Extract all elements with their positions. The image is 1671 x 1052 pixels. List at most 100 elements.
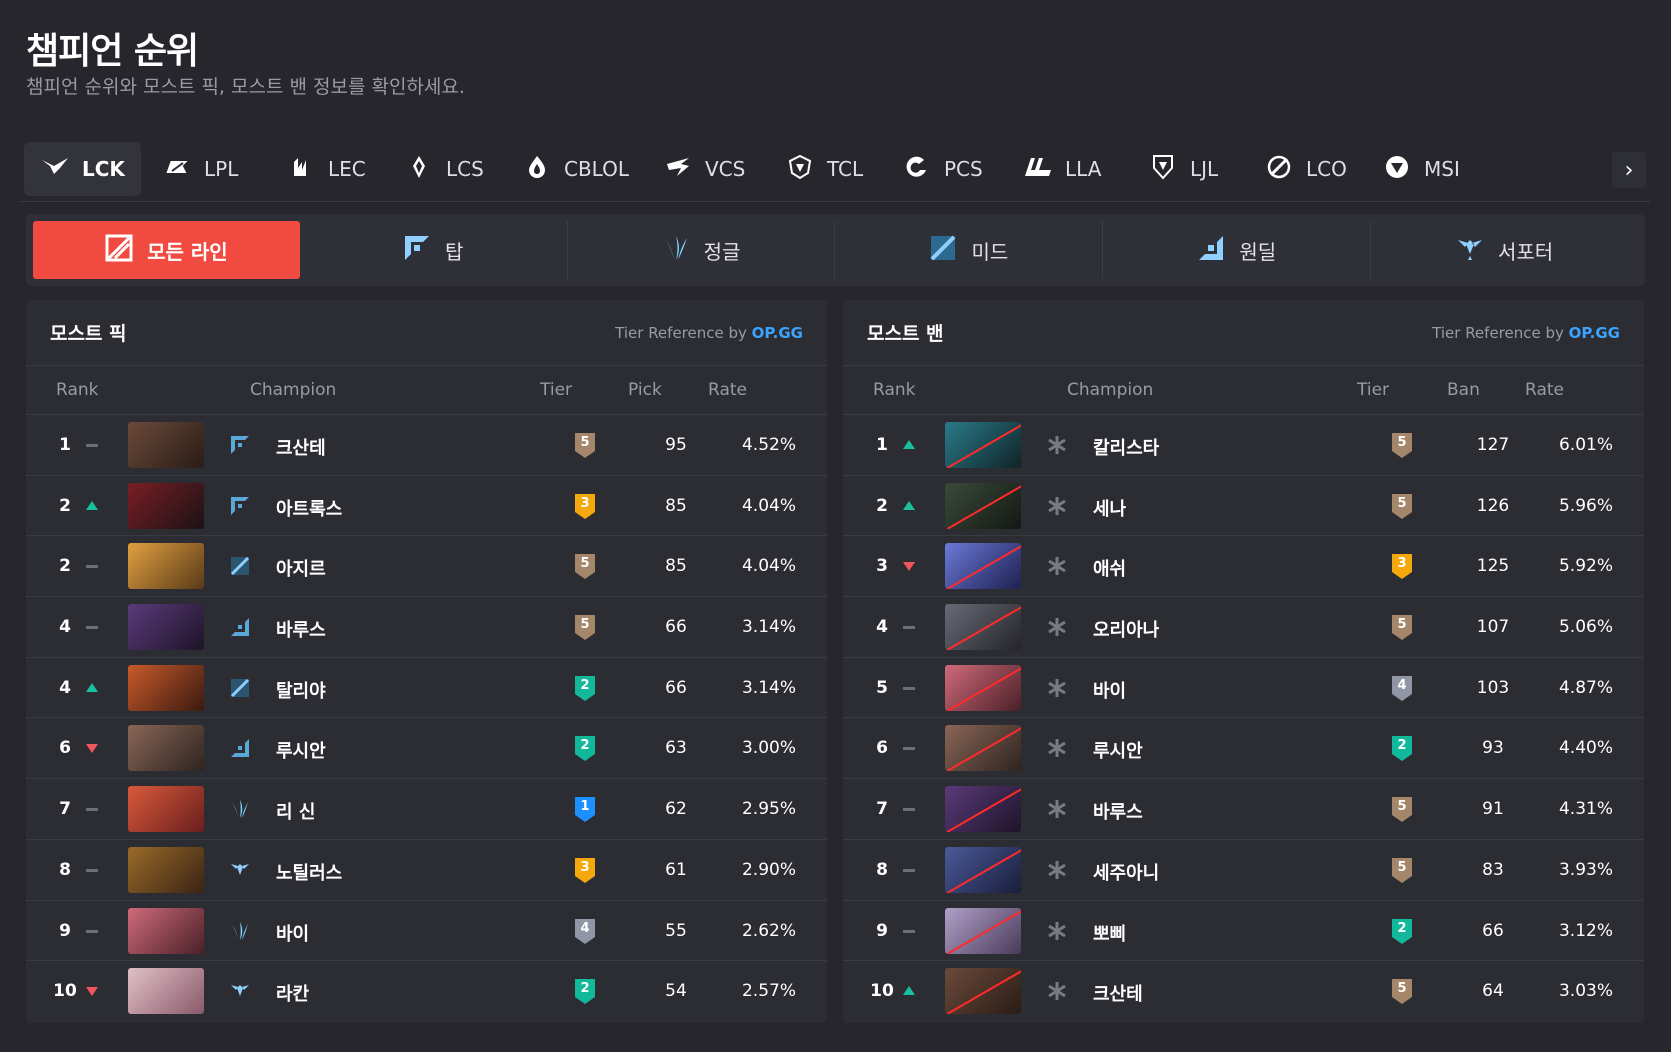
table-row[interactable]: 6 루시안 2 63 3.00%: [26, 718, 827, 780]
table-row[interactable]: 10 크산테 5 64 3.03%: [843, 961, 1644, 1022]
champion-portrait[interactable]: [128, 422, 204, 468]
champion-portrait[interactable]: [128, 968, 204, 1015]
champion-portrait[interactable]: [945, 786, 1021, 833]
champion-name[interactable]: 크산테: [1093, 980, 1143, 1006]
most-ban-table: 1 칼리스타 5 127 6.01% 2 세나 5 126 5.96% 3 애쉬 3 125 5.92% 4 오…: [843, 415, 1644, 1022]
rate-value: 3.14%: [741, 677, 796, 698]
lane-tab-top-lane[interactable]: 탑: [300, 221, 568, 279]
champion-name[interactable]: 라칸: [276, 980, 309, 1006]
pick-count: 66: [665, 677, 687, 698]
champion-name[interactable]: 뽀삐: [1093, 920, 1126, 946]
champion-name[interactable]: 세나: [1093, 495, 1126, 521]
rate-value: 3.12%: [1558, 920, 1613, 941]
pick-count: 54: [665, 981, 687, 1002]
table-row[interactable]: 5 바이 4 103 4.87%: [843, 658, 1644, 719]
league-tab-lec[interactable]: LEC: [270, 142, 382, 196]
champion-name[interactable]: 루시안: [1093, 737, 1143, 763]
champion-portrait[interactable]: [128, 604, 204, 651]
champion-name[interactable]: 리 신: [276, 798, 315, 824]
ban-count: 103: [1476, 677, 1510, 698]
table-row[interactable]: 6 루시안 2 93 4.40%: [843, 718, 1644, 780]
league-tab-ljl[interactable]: LJL: [1132, 142, 1234, 196]
tier-value: 5: [1397, 859, 1407, 875]
table-row[interactable]: 9 바이 4 55 2.62%: [26, 901, 827, 962]
opgg-link[interactable]: OP.GG: [1569, 324, 1620, 342]
champion-name[interactable]: 칼리스타: [1093, 434, 1159, 460]
rank-value: 7: [59, 799, 71, 820]
champion-name[interactable]: 애쉬: [1093, 555, 1126, 581]
table-row[interactable]: 7 리 신 1 62 2.95%: [26, 779, 827, 840]
champion-name[interactable]: 오리아나: [1093, 616, 1159, 642]
table-row[interactable]: 7 바루스 5 91 4.31%: [843, 779, 1644, 840]
lane-tab-mid-lane[interactable]: 미드: [835, 221, 1104, 279]
league-tab-lco[interactable]: LCO: [1248, 142, 1363, 196]
champion-name[interactable]: 루시안: [276, 737, 326, 763]
champion-name[interactable]: 아지르: [276, 555, 326, 581]
champion-portrait[interactable]: [945, 664, 1021, 711]
table-row[interactable]: 4 오리아나 5 107 5.06%: [843, 597, 1644, 658]
champion-portrait[interactable]: [128, 664, 204, 711]
pick-count: 63: [665, 738, 687, 759]
lpl-icon: [162, 154, 193, 185]
table-row[interactable]: 8 세주아니 5 83 3.93%: [843, 840, 1644, 901]
champion-name[interactable]: 아트록스: [276, 495, 342, 521]
lane-tab-label: 서포터: [1497, 239, 1554, 264]
champion-portrait[interactable]: [945, 846, 1021, 893]
table-row[interactable]: 4 탈리야 2 66 3.14%: [26, 658, 827, 719]
table-row[interactable]: 9 뽀삐 2 66 3.12%: [843, 901, 1644, 962]
trend-same-icon: [86, 565, 98, 569]
champion-name[interactable]: 바루스: [276, 616, 326, 642]
tier-badge: 1: [573, 795, 597, 823]
champion-portrait[interactable]: [128, 482, 204, 529]
champion-portrait[interactable]: [945, 968, 1021, 1015]
champion-portrait[interactable]: [945, 422, 1021, 468]
champion-portrait[interactable]: [945, 482, 1021, 529]
champion-portrait[interactable]: [128, 786, 204, 833]
table-row[interactable]: 1 크산테 5 95 4.52%: [26, 415, 827, 476]
next-leagues-button[interactable]: ›: [1612, 152, 1646, 188]
opgg-link[interactable]: OP.GG: [752, 324, 803, 342]
champion-portrait[interactable]: [945, 543, 1021, 590]
all-positions-icon: [1047, 738, 1067, 758]
champion-portrait[interactable]: [945, 725, 1021, 772]
league-tab-vcs[interactable]: VCS: [647, 142, 761, 196]
champion-portrait[interactable]: [128, 846, 204, 893]
champion-name[interactable]: 노틸러스: [276, 859, 342, 885]
champion-name[interactable]: 바이: [276, 920, 309, 946]
bot-lane-icon: [230, 738, 250, 758]
league-tab-pcs[interactable]: PCS: [886, 142, 999, 196]
lane-tab-label: 미드: [971, 239, 1009, 264]
champion-name[interactable]: 바루스: [1093, 798, 1143, 824]
lane-tab-all-lanes[interactable]: 모든 라인: [33, 221, 300, 279]
league-tab-lpl[interactable]: LPL: [146, 142, 254, 196]
ban-slash: [946, 786, 1021, 833]
trend-same-icon: [86, 444, 98, 447]
table-row[interactable]: 1 칼리스타 5 127 6.01%: [843, 415, 1644, 476]
champion-portrait[interactable]: [128, 543, 204, 590]
champion-portrait[interactable]: [945, 604, 1021, 651]
champion-name[interactable]: 바이: [1093, 677, 1126, 703]
lane-tab-support[interactable]: 서포터: [1371, 221, 1638, 279]
league-tab-lcs[interactable]: LCS: [388, 142, 500, 196]
champion-portrait[interactable]: [128, 725, 204, 772]
league-tab-cblol[interactable]: CBLOL: [506, 142, 645, 196]
lane-tab-bot-lane[interactable]: 원딜: [1103, 221, 1372, 279]
table-row[interactable]: 4 바루스 5 66 3.14%: [26, 597, 827, 658]
champion-name[interactable]: 탈리야: [276, 677, 326, 703]
league-tab-tcl[interactable]: TCL: [769, 142, 879, 196]
champion-portrait[interactable]: [128, 907, 204, 954]
table-row[interactable]: 2 아지르 5 85 4.04%: [26, 536, 827, 598]
lane-tab-jungle[interactable]: 정글: [568, 221, 836, 279]
league-tab-msi[interactable]: MSI: [1366, 142, 1476, 196]
league-tab-lck[interactable]: LCK: [24, 142, 141, 196]
table-row[interactable]: 8 노틸러스 3 61 2.90%: [26, 840, 827, 901]
champion-name[interactable]: 세주아니: [1093, 859, 1159, 885]
table-row[interactable]: 3 애쉬 3 125 5.92%: [843, 536, 1644, 598]
table-row[interactable]: 2 아트록스 3 85 4.04%: [26, 476, 827, 537]
league-tab-lla[interactable]: LLA: [1007, 142, 1117, 196]
rate-value: 4.04%: [741, 495, 796, 516]
champion-name[interactable]: 크산테: [276, 434, 326, 460]
table-row[interactable]: 2 세나 5 126 5.96%: [843, 476, 1644, 537]
champion-portrait[interactable]: [945, 907, 1021, 954]
table-row[interactable]: 10 라칸 2 54 2.57%: [26, 961, 827, 1022]
